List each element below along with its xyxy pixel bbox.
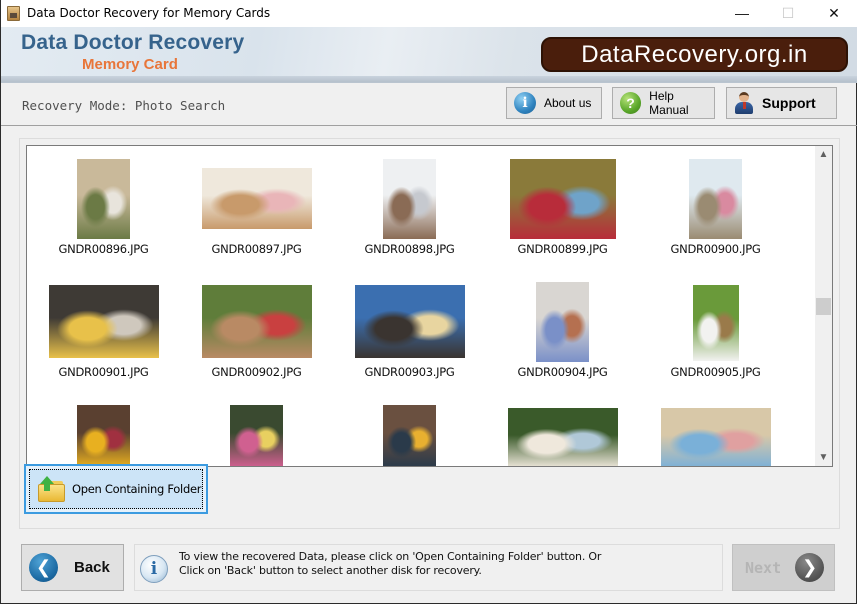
support-agent-icon	[734, 92, 754, 114]
brand-title: Data Doctor Recovery	[21, 31, 245, 54]
photo-item[interactable]: GNDR00903.JPG	[333, 269, 486, 392]
photo-item[interactable]: GNDR00897.JPG	[180, 146, 333, 269]
photo-item[interactable]: GNDR00899.JPG	[486, 146, 639, 269]
chevron-right-icon: ❯	[795, 553, 825, 582]
photo-filename: GNDR00897.JPG	[211, 242, 302, 256]
folder-open-icon	[38, 476, 66, 502]
photo-item[interactable]: GNDR00905.JPG	[639, 269, 792, 392]
photo-filename: GNDR00902.JPG	[211, 365, 302, 379]
photo-item[interactable]	[486, 392, 639, 466]
minimize-button[interactable]: —	[719, 0, 765, 27]
question-icon: ?	[620, 92, 642, 114]
photo-item[interactable]: GNDR00900.JPG	[639, 146, 792, 269]
photo-item[interactable]: GNDR00898.JPG	[333, 146, 486, 269]
photo-thumbnail[interactable]	[77, 405, 130, 466]
divider	[1, 125, 857, 126]
photo-filename: GNDR00901.JPG	[58, 365, 149, 379]
about-us-button[interactable]: i About us	[506, 87, 602, 119]
support-label: Support	[762, 95, 816, 111]
header-banner: Data Doctor Recovery Memory Card DataRec…	[1, 27, 857, 83]
photo-item[interactable]	[639, 392, 792, 466]
photo-thumbnail[interactable]	[202, 168, 312, 229]
back-label: Back	[74, 559, 110, 576]
maximize-button[interactable]: ☐	[765, 0, 811, 27]
photo-thumbnail[interactable]	[49, 285, 159, 358]
info-message: To view the recovered Data, please click…	[179, 550, 601, 577]
photo-thumbnail[interactable]	[77, 159, 130, 239]
window-title: Data Doctor Recovery for Memory Cards	[27, 6, 271, 20]
photo-thumbnail[interactable]	[383, 405, 436, 466]
chevron-left-icon: ❮	[29, 553, 58, 582]
photo-filename: GNDR00899.JPG	[517, 242, 608, 256]
photo-thumbnail[interactable]	[536, 282, 589, 362]
photo-thumbnail[interactable]	[510, 159, 616, 239]
photo-item[interactable]	[180, 392, 333, 466]
next-button[interactable]: Next ❯	[732, 544, 835, 591]
info-line-2: Click on 'Back' button to select another…	[179, 563, 482, 577]
info-message-box: i To view the recovered Data, please cli…	[134, 544, 723, 591]
photo-item[interactable]: GNDR00902.JPG	[180, 269, 333, 392]
help-manual-button[interactable]: ? Help Manual	[612, 87, 715, 119]
help-manual-label: Help Manual	[649, 89, 689, 117]
photo-filename: GNDR00905.JPG	[670, 365, 761, 379]
info-icon: i	[514, 92, 536, 114]
photo-thumbnail[interactable]	[661, 408, 771, 466]
photo-thumbnail[interactable]	[689, 159, 742, 239]
open-containing-folder-button[interactable]: Open Containing Folder	[24, 464, 208, 514]
photo-item[interactable]: GNDR00896.JPG	[27, 146, 180, 269]
brand-subtitle: Memory Card	[82, 56, 178, 73]
open-folder-label: Open Containing Folder	[72, 482, 202, 496]
photo-item[interactable]	[333, 392, 486, 466]
app-window: Data Doctor Recovery for Memory Cards — …	[0, 0, 857, 604]
photo-item[interactable]: GNDR00901.JPG	[27, 269, 180, 392]
next-label: Next	[745, 558, 782, 577]
title-bar: Data Doctor Recovery for Memory Cards — …	[1, 0, 857, 27]
photo-filename: GNDR00896.JPG	[58, 242, 149, 256]
scroll-down-arrow-icon[interactable]: ▼	[815, 449, 832, 466]
photo-thumbnail[interactable]	[693, 285, 739, 361]
photo-thumbnail[interactable]	[230, 405, 283, 466]
photo-gallery[interactable]: GNDR00896.JPG GNDR00897.JPG GNDR00898.JPG G…	[26, 145, 833, 467]
scrollbar-thumb[interactable]	[816, 298, 831, 315]
about-us-label: About us	[544, 96, 592, 110]
photo-filename: GNDR00903.JPG	[364, 365, 455, 379]
photo-thumbnail[interactable]	[383, 159, 436, 239]
close-button[interactable]: ✕	[811, 0, 857, 27]
site-badge: DataRecovery.org.in	[541, 37, 848, 72]
photo-thumbnail[interactable]	[202, 285, 312, 358]
photo-thumbnail[interactable]	[355, 285, 465, 358]
photo-filename: GNDR00900.JPG	[670, 242, 761, 256]
support-button[interactable]: Support	[726, 87, 837, 119]
photo-thumbnail[interactable]	[508, 408, 618, 466]
photo-filename: GNDR00898.JPG	[364, 242, 455, 256]
photo-filename: GNDR00904.JPG	[517, 365, 608, 379]
photo-item[interactable]: GNDR00904.JPG	[486, 269, 639, 392]
info-line-1: To view the recovered Data, please click…	[179, 550, 602, 563]
recovery-mode-label: Recovery Mode: Photo Search	[22, 98, 226, 113]
app-icon	[7, 6, 20, 21]
vertical-scrollbar[interactable]: ▲ ▼	[815, 146, 832, 466]
scroll-up-arrow-icon[interactable]: ▲	[815, 146, 832, 163]
info-icon: i	[140, 555, 168, 583]
photo-item[interactable]	[27, 392, 180, 466]
back-button[interactable]: ❮ Back	[21, 544, 124, 591]
